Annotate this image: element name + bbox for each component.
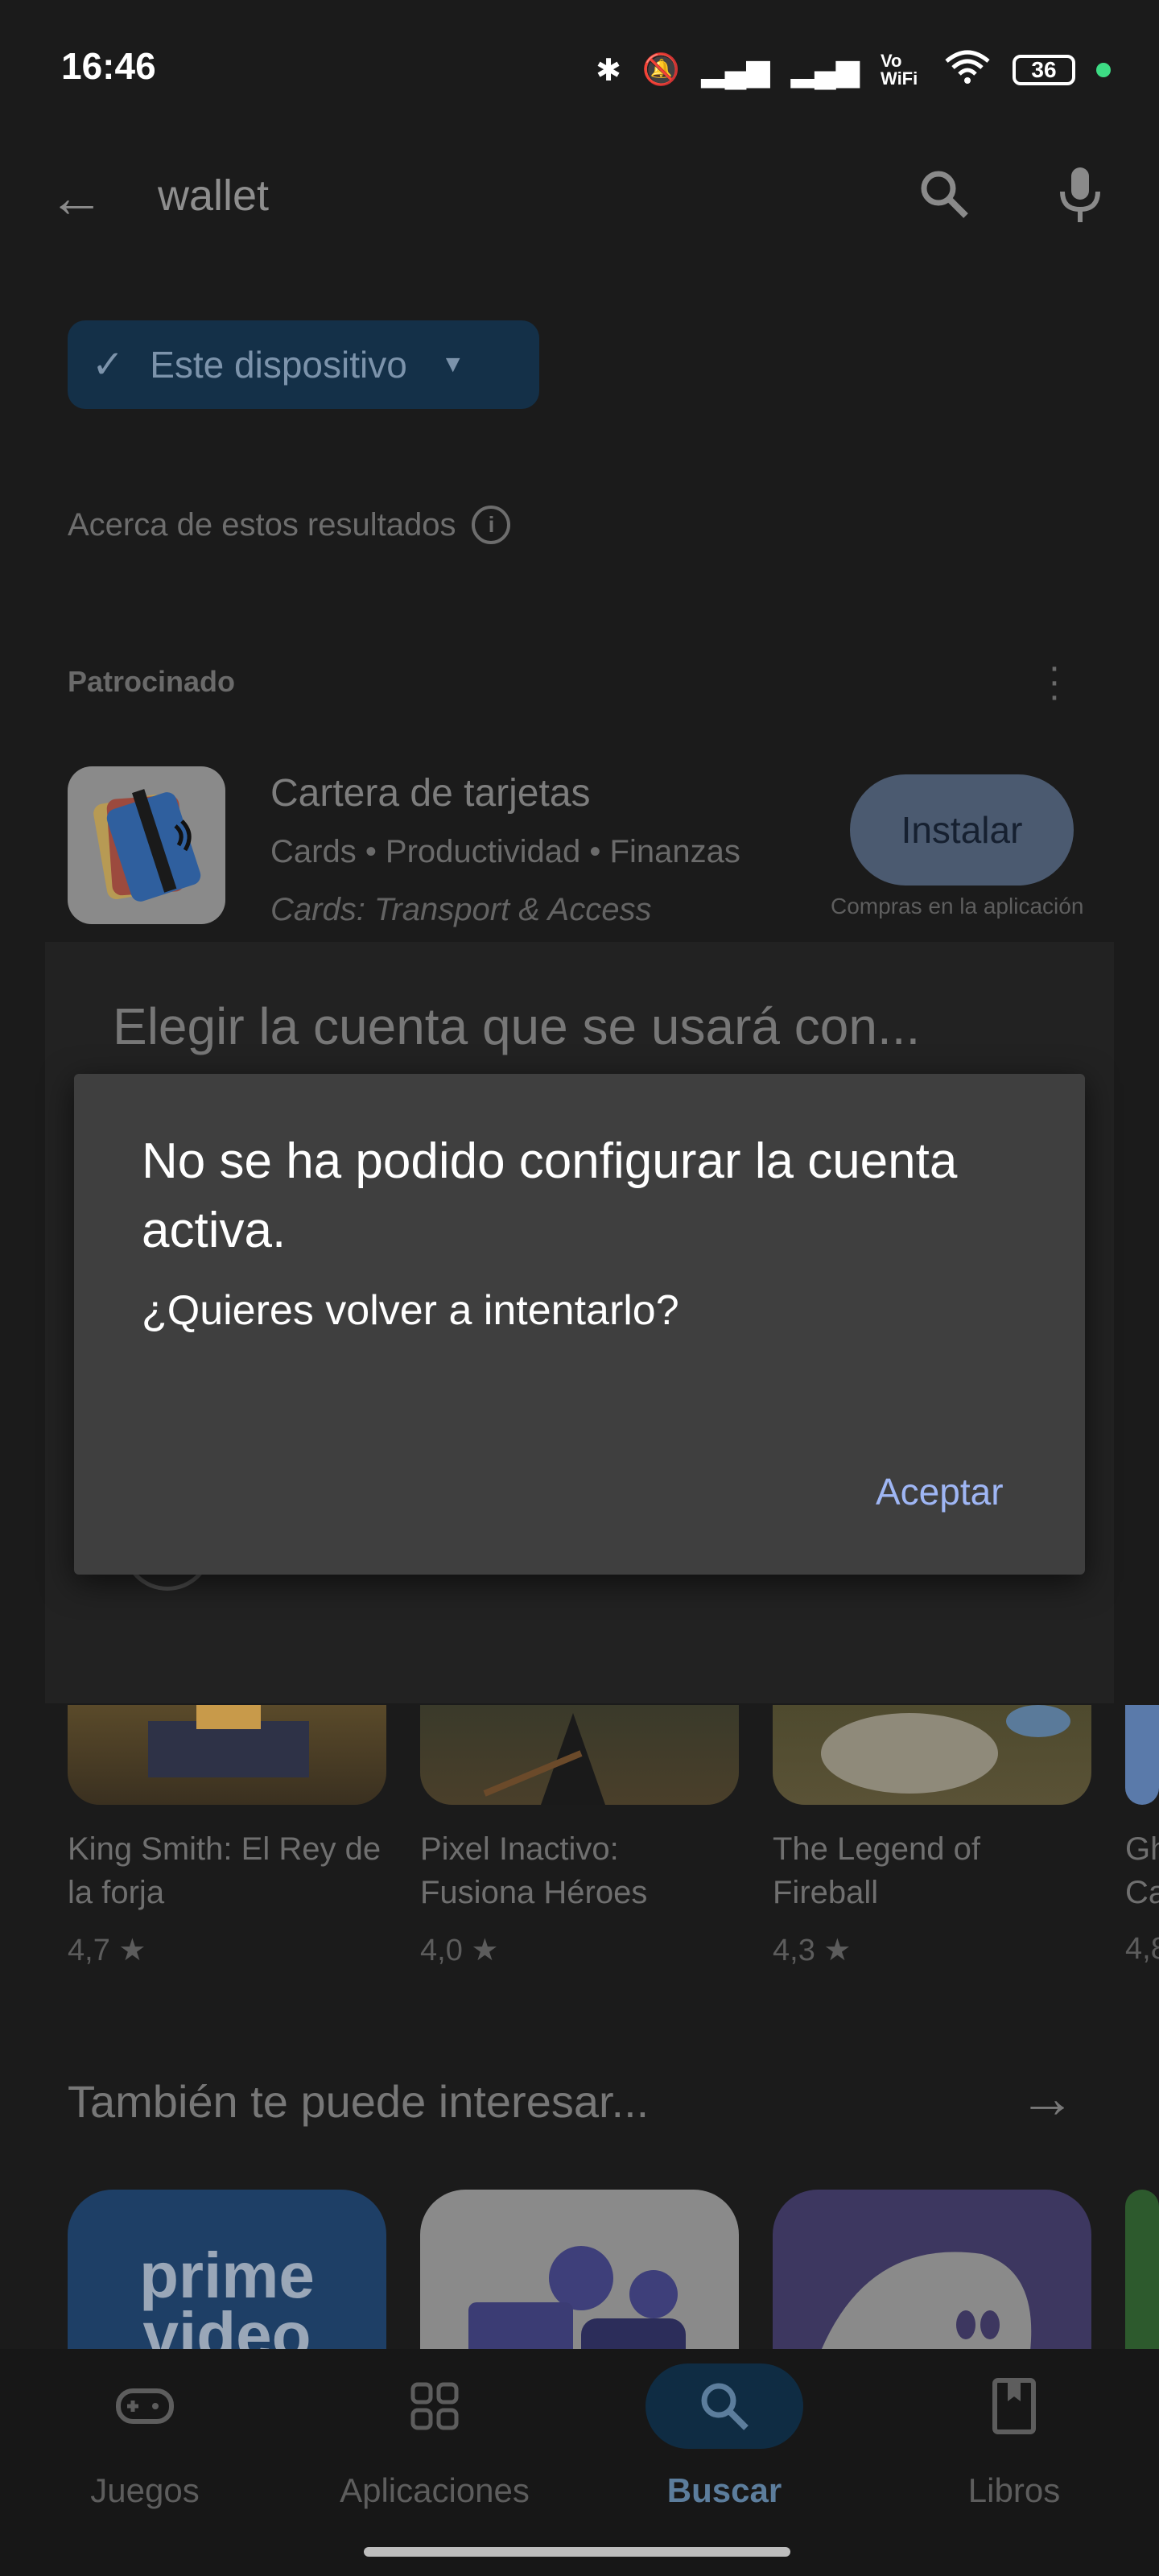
nav-item-books[interactable]: Libros — [893, 2363, 1135, 2510]
game-rating: 4,3 ★ — [773, 1934, 852, 1967]
dialog-title: No se ha podido configurar la cuenta act… — [142, 1133, 958, 1258]
in-app-purchases-note: Compras en la aplicación — [831, 894, 1084, 919]
app-name[interactable]: Cartera de tarjetas — [270, 771, 591, 815]
game-thumbnail[interactable] — [1125, 1705, 1159, 1805]
game-title[interactable]: Pixel Inactivo: Fusiona Héroes — [420, 1827, 742, 1914]
dropdown-caret-icon: ▼ — [440, 351, 465, 378]
game-thumbnail[interactable] — [68, 1705, 386, 1805]
app-tile[interactable] — [1125, 2190, 1159, 2351]
game-title[interactable]: Gh Ca — [1125, 1827, 1159, 1914]
apps-icon — [410, 2363, 460, 2449]
device-filter-label: Este dispositivo — [150, 344, 407, 386]
nav-label-search: Buscar — [666, 2471, 782, 2509]
gamepad-icon — [115, 2363, 175, 2449]
back-arrow-icon[interactable]: ← — [48, 165, 105, 229]
info-icon: i — [472, 506, 511, 544]
microphone-icon[interactable] — [1056, 164, 1104, 229]
arrow-right-icon[interactable]: → — [1019, 2066, 1075, 2130]
prime-video-logo-text: prime video — [139, 2240, 315, 2351]
ghost-app-tile[interactable] — [773, 2190, 1091, 2351]
nav-item-apps[interactable]: Aplicaciones — [314, 2363, 555, 2510]
wifi-icon — [943, 48, 992, 92]
more-options-icon[interactable]: · · · — [1048, 648, 1061, 716]
mute-icon: 🔕 — [641, 53, 681, 87]
signal-icon: ▂▄▆ — [701, 53, 770, 88]
nav-item-games[interactable]: Juegos — [24, 2363, 266, 2510]
game-rating: 4,0 ★ — [420, 1934, 499, 1967]
device-filter-chip[interactable]: ✓ Este dispositivo ▼ — [68, 320, 539, 409]
game-rating: 4,7 ★ — [68, 1934, 146, 1967]
about-results-link[interactable]: Acerca de estos resultados i — [68, 506, 511, 544]
game-thumbnail[interactable] — [420, 1705, 739, 1805]
game-title[interactable]: The Legend of Fireball — [773, 1827, 1095, 1914]
status-time: 16:46 — [61, 45, 156, 87]
dialog-message: ¿Quieres volver a intentarlo? — [142, 1287, 679, 1334]
prime-video-app-tile[interactable]: prime video — [68, 2190, 386, 2351]
nav-label-apps: Aplicaciones — [340, 2471, 530, 2509]
teams-app-tile[interactable] — [420, 2190, 739, 2351]
book-icon — [992, 2363, 1037, 2449]
nav-label-books: Libros — [967, 2471, 1061, 2509]
check-icon: ✓ — [92, 344, 125, 386]
game-thumbnail[interactable] — [773, 1705, 1091, 1805]
status-icons: ✱ 🔕 ▂▄▆ ▂▄▆ Vo WiFi 36 — [596, 48, 1111, 92]
nav-label-games: Juegos — [90, 2471, 200, 2509]
home-gesture-bar[interactable] — [364, 2547, 790, 2557]
app-categories: Cards • Productividad • Finanzas — [270, 834, 740, 869]
camera-indicator-dot — [1096, 63, 1111, 77]
also-interested-title[interactable]: También te puede interesar... — [68, 2075, 649, 2128]
search-query[interactable]: wallet — [158, 171, 269, 221]
sponsored-label: Patrocinado — [68, 665, 236, 698]
search-icon — [645, 2363, 803, 2449]
about-results-label: Acerca de estos resultados — [68, 506, 456, 543]
search-icon[interactable] — [916, 166, 972, 226]
signal-icon-2: ▂▄▆ — [790, 53, 860, 88]
nav-item-search[interactable]: Buscar — [604, 2363, 845, 2510]
bluetooth-icon: ✱ — [596, 53, 621, 88]
account-chooser-title: Elegir la cuenta que se usará con... — [113, 997, 921, 1055]
game-rating: 4,8 — [1125, 1932, 1159, 1966]
vowifi-icon: Vo WiFi — [881, 51, 918, 89]
card-wallet-app-icon[interactable] — [68, 766, 225, 924]
battery-icon: 36 — [1013, 55, 1075, 85]
install-button[interactable]: Instalar — [850, 774, 1074, 886]
app-subtitle: Cards: Transport & Access — [270, 892, 652, 927]
accept-button[interactable]: Aceptar — [876, 1470, 1004, 1513]
game-title[interactable]: King Smith: El Rey de la forja — [68, 1827, 390, 1914]
